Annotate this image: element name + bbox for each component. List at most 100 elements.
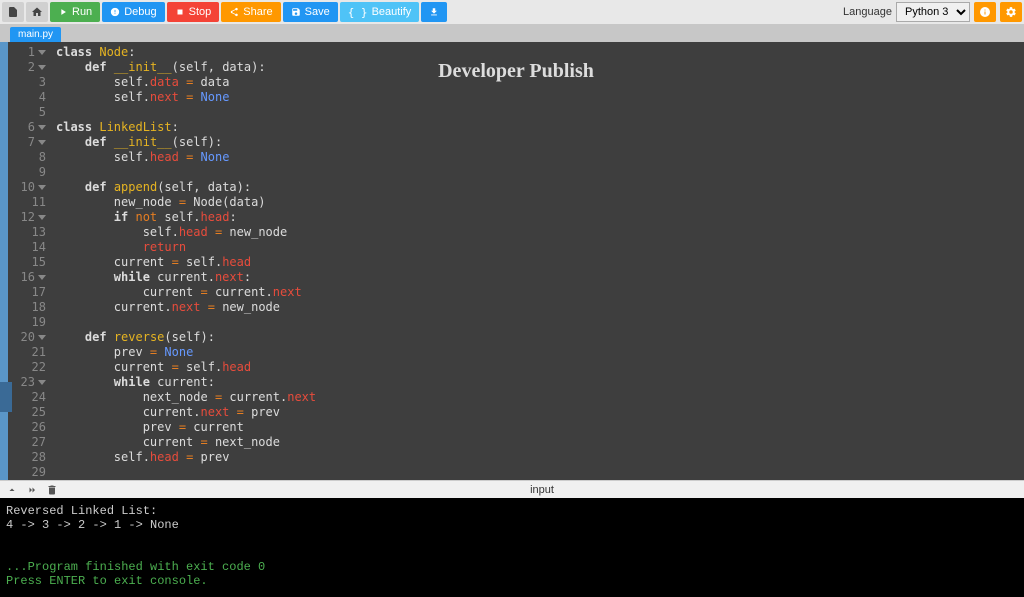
code-line[interactable]: next_node = current.next [56, 390, 1018, 405]
code-line[interactable]: def append(self, data): [56, 180, 1018, 195]
home-button[interactable] [26, 2, 48, 22]
code-line[interactable]: def __init__(self, data): [56, 60, 1018, 75]
new-file-button[interactable] [2, 2, 24, 22]
line-number: 28 [16, 450, 46, 465]
line-number: 5 [16, 105, 46, 120]
console-line: Press ENTER to exit console. [6, 574, 1018, 588]
fold-icon[interactable] [38, 275, 46, 280]
code-line[interactable]: current = current.next [56, 285, 1018, 300]
console-line: ...Program finished with exit code 0 [6, 560, 1018, 574]
sidebar-collapsed[interactable] [0, 42, 8, 480]
line-number: 27 [16, 435, 46, 450]
code-line[interactable]: self.next = None [56, 90, 1018, 105]
fold-icon[interactable] [38, 50, 46, 55]
code-line[interactable]: current.next = prev [56, 405, 1018, 420]
code-line[interactable]: if not self.head: [56, 210, 1018, 225]
console-expand-icon[interactable] [26, 484, 38, 496]
code-line[interactable]: self.head = prev [56, 450, 1018, 465]
language-select[interactable]: Python 3 [896, 2, 970, 22]
line-number: 7 [16, 135, 46, 150]
line-number: 18 [16, 300, 46, 315]
fold-icon[interactable] [38, 185, 46, 190]
sidebar-expand-handle[interactable] [0, 382, 12, 412]
code-line[interactable]: def __init__(self): [56, 135, 1018, 150]
line-number: 20 [16, 330, 46, 345]
line-number: 13 [16, 225, 46, 240]
save-button[interactable]: Save [283, 2, 338, 22]
code-line[interactable]: def reverse(self): [56, 330, 1018, 345]
line-number: 21 [16, 345, 46, 360]
line-number: 29 [16, 465, 46, 480]
console-toolbar: input [0, 480, 1024, 498]
console-chevron-icon[interactable] [6, 484, 18, 496]
fold-icon[interactable] [38, 140, 46, 145]
line-number: 23 [16, 375, 46, 390]
settings-button[interactable] [1000, 2, 1022, 22]
line-number: 12 [16, 210, 46, 225]
run-button[interactable]: Run [50, 2, 100, 22]
line-number: 14 [16, 240, 46, 255]
console-line [6, 546, 1018, 560]
console-trash-icon[interactable] [46, 484, 58, 496]
code-editor[interactable]: Developer Publish 1234567891011121314151… [8, 42, 1024, 480]
line-number: 6 [16, 120, 46, 135]
line-number: 3 [16, 75, 46, 90]
fold-icon[interactable] [38, 65, 46, 70]
fold-icon[interactable] [38, 215, 46, 220]
code-line[interactable]: current.next = new_node [56, 300, 1018, 315]
console-input-label: input [530, 484, 554, 496]
code-line[interactable]: return [56, 240, 1018, 255]
code-line[interactable]: self.data = data [56, 75, 1018, 90]
code-line[interactable]: prev = None [56, 345, 1018, 360]
line-number: 25 [16, 405, 46, 420]
code-line[interactable] [56, 315, 1018, 330]
console-line: Reversed Linked List: [6, 504, 1018, 518]
line-number: 15 [16, 255, 46, 270]
code-line[interactable] [56, 105, 1018, 120]
line-number: 11 [16, 195, 46, 210]
code-area[interactable]: class Node: def __init__(self, data): se… [50, 42, 1024, 480]
stop-button[interactable]: Stop [167, 2, 220, 22]
console-output[interactable]: Reversed Linked List:4 -> 3 -> 2 -> 1 ->… [0, 498, 1024, 597]
line-number: 9 [16, 165, 46, 180]
line-number: 24 [16, 390, 46, 405]
code-line[interactable]: while current.next: [56, 270, 1018, 285]
code-line[interactable] [56, 165, 1018, 180]
line-number: 17 [16, 285, 46, 300]
line-gutter: 1234567891011121314151617181920212223242… [8, 42, 50, 480]
info-button[interactable] [974, 2, 996, 22]
line-number: 4 [16, 90, 46, 105]
code-line[interactable]: prev = current [56, 420, 1018, 435]
code-line[interactable]: current = next_node [56, 435, 1018, 450]
code-line[interactable]: class Node: [56, 45, 1018, 60]
debug-button[interactable]: Debug [102, 2, 164, 22]
code-line[interactable]: self.head = None [56, 150, 1018, 165]
fold-icon[interactable] [38, 380, 46, 385]
main-toolbar: Run Debug Stop Share Save { } Beautify L… [0, 0, 1024, 24]
share-button[interactable]: Share [221, 2, 280, 22]
fold-icon[interactable] [38, 125, 46, 130]
line-number: 1 [16, 45, 46, 60]
code-line[interactable]: current = self.head [56, 255, 1018, 270]
download-button[interactable] [421, 2, 447, 22]
console-line [6, 532, 1018, 546]
code-line[interactable]: current = self.head [56, 360, 1018, 375]
code-line[interactable] [56, 465, 1018, 480]
line-number: 8 [16, 150, 46, 165]
code-line[interactable]: while current: [56, 375, 1018, 390]
line-number: 19 [16, 315, 46, 330]
line-number: 10 [16, 180, 46, 195]
beautify-button[interactable]: { } Beautify [340, 2, 420, 22]
language-label: Language [843, 6, 892, 18]
line-number: 16 [16, 270, 46, 285]
line-number: 26 [16, 420, 46, 435]
code-line[interactable]: class LinkedList: [56, 120, 1018, 135]
line-number: 2 [16, 60, 46, 75]
line-number: 22 [16, 360, 46, 375]
fold-icon[interactable] [38, 335, 46, 340]
code-line[interactable]: self.head = new_node [56, 225, 1018, 240]
tab-bar: main.py [0, 24, 1024, 42]
code-line[interactable]: new_node = Node(data) [56, 195, 1018, 210]
tab-main-py[interactable]: main.py [10, 27, 61, 42]
console-line: 4 -> 3 -> 2 -> 1 -> None [6, 518, 1018, 532]
